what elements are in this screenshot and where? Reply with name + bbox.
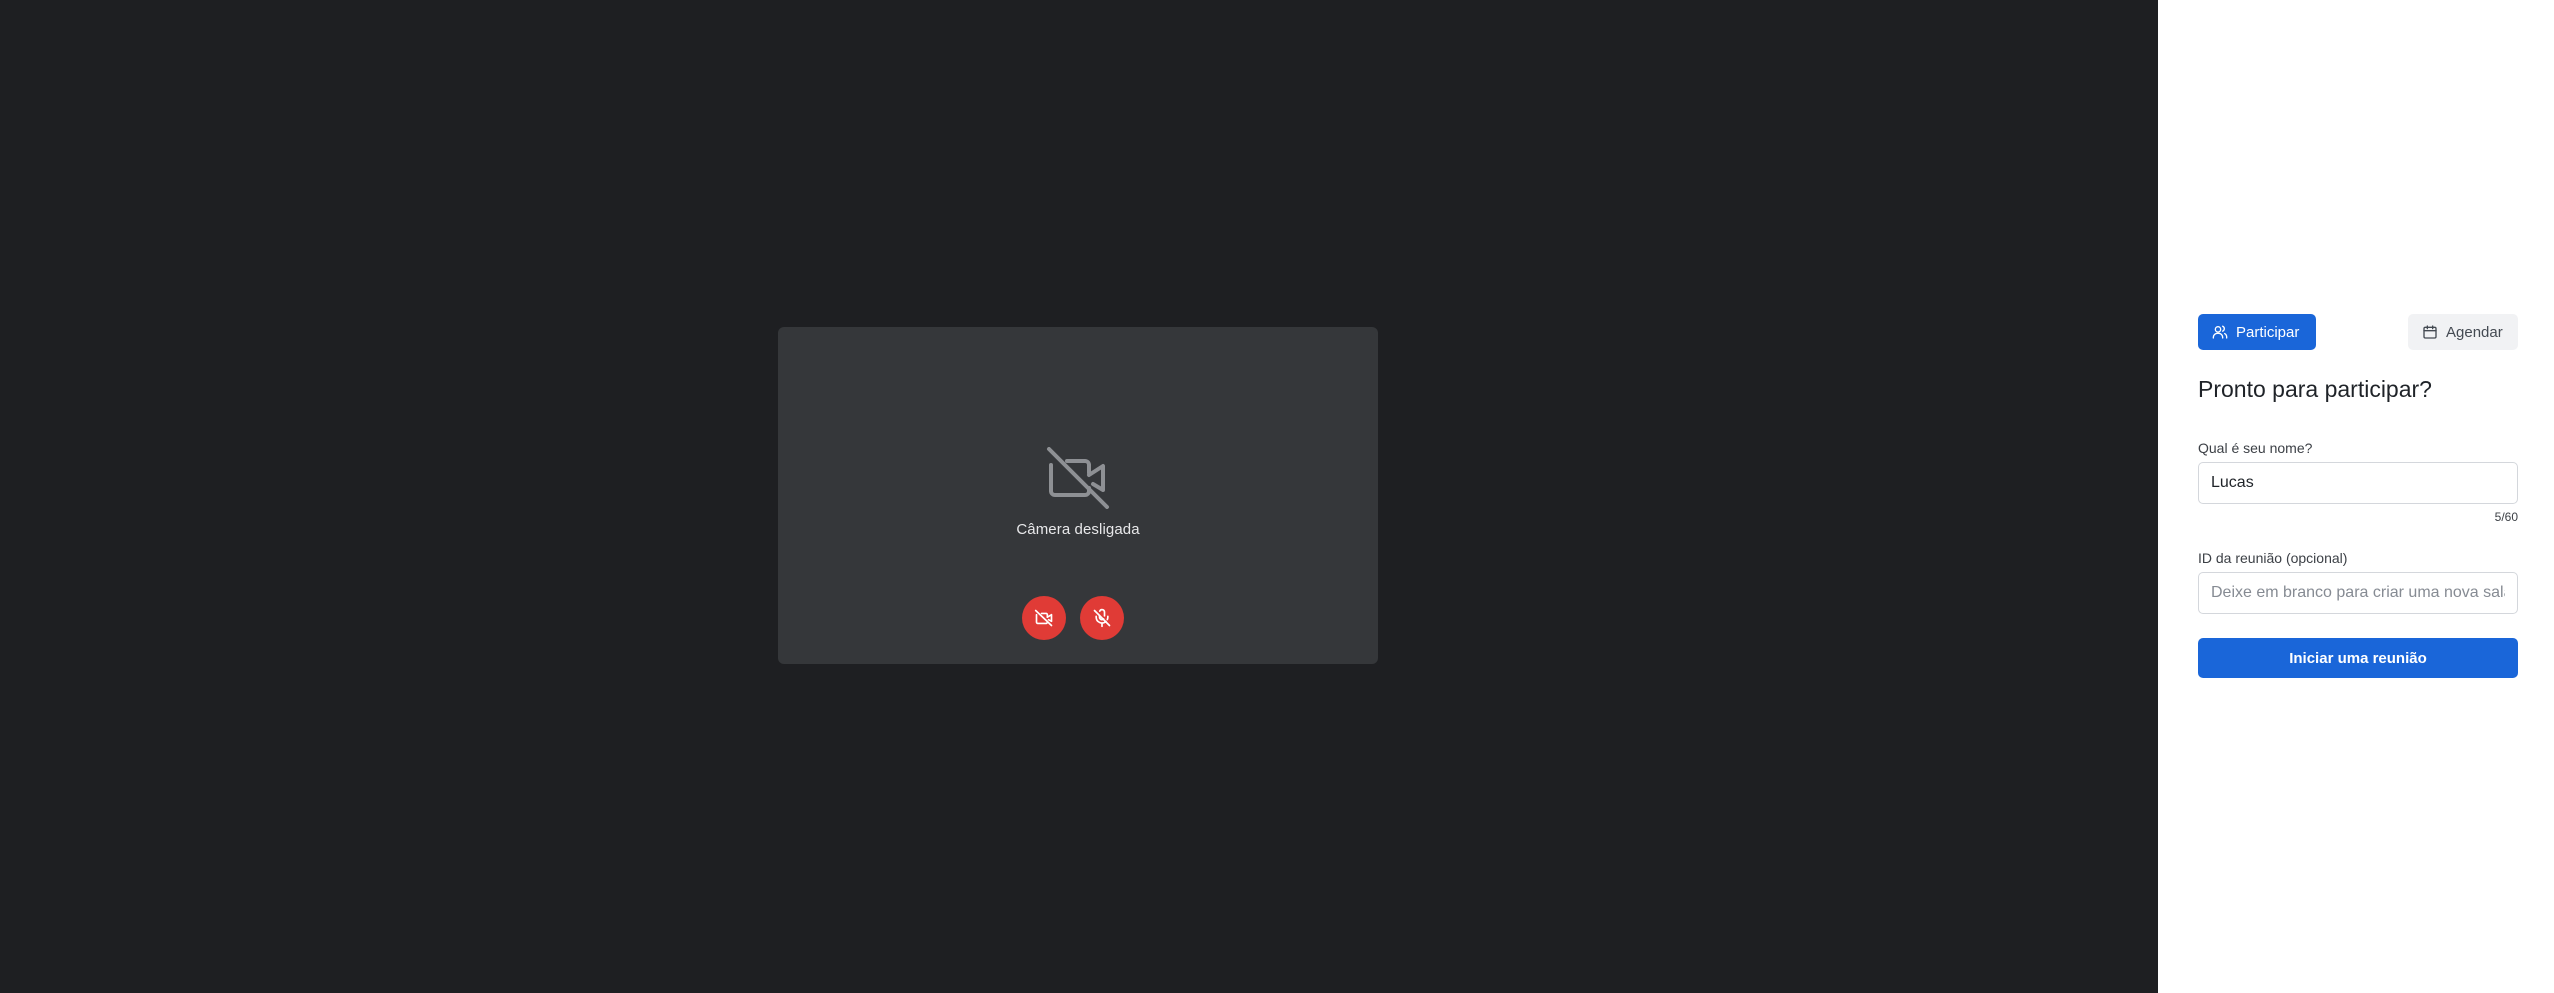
media-controls [778,596,1378,640]
video-off-icon [1034,609,1053,627]
toggle-camera-button[interactable] [1022,596,1066,640]
calendar-icon [2423,325,2437,339]
tab-participar[interactable]: Participar [2198,314,2316,350]
users-icon [2212,325,2228,339]
app: Câmera desligada Participar Agendar Pron… [0,0,2554,993]
camera-preview: Câmera desligada [778,327,1378,664]
video-stage: Câmera desligada [0,0,2158,993]
camera-off-label: Câmera desligada [1016,521,1140,538]
mic-off-icon [1093,608,1111,628]
tab-agendar-label: Agendar [2446,323,2503,341]
tab-agendar[interactable]: Agendar [2408,314,2518,350]
video-off-icon [1047,447,1109,509]
meeting-id-field-label: ID da reunião (opcional) [2198,550,2348,566]
mode-tabs: Participar Agendar [2198,314,2518,350]
join-panel: Participar Agendar Pronto para participa… [2158,0,2554,993]
name-input[interactable] [2198,462,2518,504]
name-char-counter: 5/60 [2494,510,2518,524]
meeting-id-input[interactable] [2198,572,2518,614]
start-meeting-button[interactable]: Iniciar uma reunião [2198,638,2518,678]
camera-off-indicator: Câmera desligada [778,447,1378,538]
page-title: Pronto para participar? [2198,376,2432,402]
name-field-label: Qual é seu nome? [2198,440,2313,456]
tab-participar-label: Participar [2236,323,2300,341]
toggle-microphone-button[interactable] [1080,596,1124,640]
